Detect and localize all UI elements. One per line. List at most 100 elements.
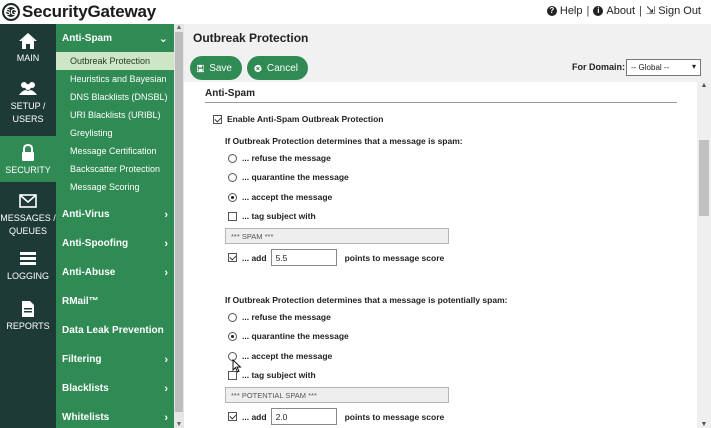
spam-accept-radio[interactable] — [228, 192, 237, 202]
submenu-section-data-leak-prevention[interactable]: Data Leak Prevention — [56, 316, 174, 345]
submenu-group-label: Anti-Spam — [62, 32, 112, 44]
top-links: ? Help | i About | ⇲ Sign Out — [546, 4, 701, 18]
lock-icon — [22, 144, 34, 161]
enable-outbreak-checkbox-row[interactable]: Enable Anti-Spam Outbreak Protection — [213, 114, 384, 124]
potential-refuse-label: ... refuse the message — [242, 312, 331, 322]
domain-select[interactable]: -- Global -- ▾ — [626, 59, 701, 76]
nav-reports-label: REPORTS — [6, 321, 50, 331]
potential-tag-input[interactable]: *** POTENTIAL SPAM *** — [225, 387, 449, 403]
floppy-disk-icon — [197, 64, 205, 72]
submenu-group-anti-spam[interactable]: Anti-Spam ⌄ — [56, 24, 174, 52]
submenu-section-filtering[interactable]: Filtering › — [56, 345, 174, 374]
spam-points-input[interactable]: 5.5 — [270, 249, 337, 266]
section-label: Anti-Spoofing — [62, 238, 129, 249]
scroll-down-icon[interactable]: ▼ — [174, 421, 184, 428]
cancel-circle-icon — [254, 64, 262, 72]
enable-outbreak-label: Enable Anti-Spam Outbreak Protection — [227, 114, 384, 124]
spam-quarantine-option[interactable]: ... quarantine the message — [228, 172, 349, 182]
report-icon — [22, 301, 34, 317]
link-separator: | — [639, 4, 642, 17]
spam-add-label: ... add — [242, 252, 267, 263]
about-link[interactable]: i About — [593, 5, 635, 17]
nav-setup-label: SETUP / — [10, 101, 46, 111]
scroll-up-icon[interactable]: ▲ — [697, 82, 711, 89]
save-button[interactable]: Save — [190, 56, 242, 80]
app-window: SG SecurityGateway ? Help | i About | ⇲ … — [0, 0, 711, 428]
spam-tag-checkbox[interactable] — [228, 211, 237, 221]
icon-nav: MAIN SETUP / USERS SECURITY MESSAGES / Q… — [0, 24, 56, 428]
main-scrollbar[interactable]: ▲ ▼ — [697, 82, 711, 428]
scroll-down-icon[interactable]: ▼ — [697, 421, 711, 428]
users-icon — [19, 82, 37, 95]
chevron-down-icon: ▾ — [691, 62, 696, 71]
about-label: About — [606, 4, 636, 17]
spam-add-points-checkbox[interactable] — [228, 253, 237, 262]
potential-refuse-radio[interactable] — [228, 312, 237, 322]
potential-refuse-option[interactable]: ... refuse the message — [228, 312, 331, 322]
spam-refuse-radio[interactable] — [228, 153, 237, 163]
brand-logo[interactable]: SG SecurityGateway — [2, 2, 156, 22]
potential-quarantine-radio[interactable] — [228, 331, 237, 341]
submenu-item-uribl[interactable]: URI Blacklists (URIBL) — [56, 106, 174, 124]
nav-queues-label: QUEUES — [8, 226, 47, 236]
cancel-button[interactable]: Cancel — [247, 56, 308, 80]
submenu-scrollbar[interactable]: ▲ ▼ — [174, 24, 184, 428]
submenu-section-blacklists[interactable]: Blacklists › — [56, 374, 174, 403]
nav-messages-queues[interactable]: MESSAGES / QUEUES — [0, 190, 56, 244]
spam-quarantine-radio[interactable] — [228, 172, 237, 182]
scroll-up-icon[interactable]: ▲ — [174, 24, 184, 31]
submenu-item-dnsbl[interactable]: DNS Blacklists (DNSBL) — [56, 88, 174, 106]
submenu-item-outbreak-protection[interactable]: Outbreak Protection — [56, 52, 174, 70]
potential-accept-label: ... accept the message — [242, 351, 333, 361]
submenu-item-message-scoring[interactable]: Message Scoring — [56, 178, 174, 196]
list-icon — [20, 252, 36, 265]
main-scroll-thumb[interactable] — [699, 140, 709, 216]
security-submenu: Anti-Spam ⌄ Outbreak Protection Heuristi… — [56, 24, 174, 428]
spam-tag-label: ... tag subject with — [242, 211, 316, 221]
help-link[interactable]: ? Help — [546, 5, 583, 17]
sign-out-icon: ⇲ — [645, 5, 656, 17]
submenu-scroll-thumb[interactable] — [175, 32, 183, 412]
potential-quarantine-label: ... quarantine the message — [242, 331, 349, 341]
section-label: Blacklists — [62, 383, 109, 394]
potential-accept-option[interactable]: ... accept the message — [228, 351, 332, 361]
form-content: Anti-Spam Enable Anti-Spam Outbreak Prot… — [184, 82, 694, 428]
spam-tag-input[interactable]: *** SPAM *** — [225, 228, 449, 244]
spam-accept-option[interactable]: ... accept the message — [228, 192, 332, 202]
potential-quarantine-option[interactable]: ... quarantine the message — [228, 331, 349, 341]
nav-security[interactable]: SECURITY — [0, 136, 56, 182]
submenu-item-greylisting[interactable]: Greylisting — [56, 124, 174, 142]
submenu-item-heuristics[interactable]: Heuristics and Bayesian — [56, 70, 174, 88]
potential-tag-label: ... tag subject with — [242, 370, 316, 380]
submenu-item-backscatter[interactable]: Backscatter Protection — [56, 160, 174, 178]
domain-label: For Domain: — [572, 62, 625, 72]
home-icon — [19, 33, 37, 49]
spam-refuse-option[interactable]: ... refuse the message — [228, 153, 331, 163]
signout-link[interactable]: ⇲ Sign Out — [645, 4, 701, 18]
nav-security-label: SECURITY — [5, 165, 51, 175]
submenu-section-whitelists[interactable]: Whitelists › — [56, 403, 174, 428]
link-separator: | — [586, 4, 590, 17]
nav-reports[interactable]: REPORTS — [0, 300, 56, 344]
potential-add-points-checkbox[interactable] — [228, 412, 237, 421]
nav-setup-users[interactable]: SETUP / USERS — [0, 78, 56, 132]
submenu-section-anti-spoofing[interactable]: Anti-Spoofing › — [56, 229, 174, 258]
submenu-section-anti-virus[interactable]: Anti-Virus › — [56, 200, 174, 229]
submenu-section-rmail[interactable]: RMail™ — [56, 287, 174, 316]
cancel-label: Cancel — [266, 62, 298, 74]
nav-main-label: MAIN — [16, 53, 40, 63]
nav-main[interactable]: MAIN — [0, 32, 56, 78]
enable-outbreak-checkbox[interactable] — [213, 114, 222, 124]
spam-refuse-label: ... refuse the message — [242, 153, 331, 163]
nav-logging[interactable]: LOGGING — [0, 250, 56, 294]
submenu-item-message-certification[interactable]: Message Certification — [56, 142, 174, 160]
help-icon: ? — [546, 5, 557, 16]
main-panel: Outbreak Protection Save Cancel For Doma… — [184, 24, 711, 428]
potential-points-input[interactable]: 2.0 — [270, 408, 337, 425]
section-label: Anti-Abuse — [62, 267, 116, 278]
top-bar: SG SecurityGateway ? Help | i About | ⇲ … — [0, 0, 711, 24]
chevron-right-icon: › — [164, 411, 168, 424]
submenu-section-anti-abuse[interactable]: Anti-Abuse › — [56, 258, 174, 287]
spam-tag-option[interactable]: ... tag subject with — [228, 211, 316, 221]
domain-select-value: -- Global -- — [631, 63, 670, 72]
